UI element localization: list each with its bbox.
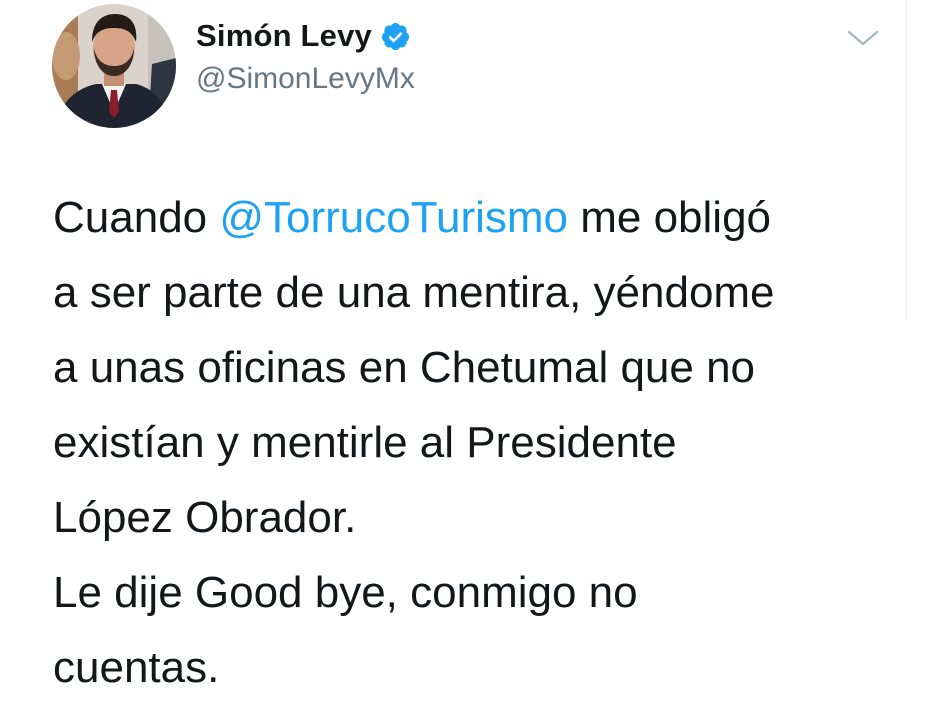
mention-link[interactable]: @TorrucoTurismo — [219, 193, 568, 242]
tweet-text-line-6: Le dije Good bye, conmigo no — [53, 568, 638, 617]
tweet-text-line-4: existían y mentirle al Presidente — [53, 418, 677, 467]
author-display-name[interactable]: Simón Levy — [196, 18, 372, 54]
tweet-text-line-5: López Obrador. — [53, 493, 357, 542]
author-avatar[interactable] — [52, 4, 176, 128]
chevron-down-icon[interactable] — [846, 28, 880, 48]
verified-badge-icon — [381, 22, 410, 50]
tweet-text-segment: me obligó — [568, 193, 772, 242]
author-name-row[interactable]: Simón Levy — [196, 16, 411, 56]
avatar-photo — [52, 4, 176, 128]
tweet-text: Cuando @TorrucoTurismo me obligó a ser p… — [53, 180, 893, 705]
timeline-border — [906, 0, 907, 320]
author-handle[interactable]: @SimonLevyMx — [196, 62, 415, 96]
tweet-text-line-3: a unas oficinas en Chetumal que no — [53, 343, 756, 392]
tweet-text-line-2: a ser parte de una mentira, yéndome — [53, 268, 775, 317]
tweet-text-segment: Cuando — [53, 193, 220, 242]
tweet-text-line-1: Cuando @TorrucoTurismo me obligó — [53, 180, 893, 255]
tweet-text-line-7: cuentas. — [53, 643, 220, 692]
